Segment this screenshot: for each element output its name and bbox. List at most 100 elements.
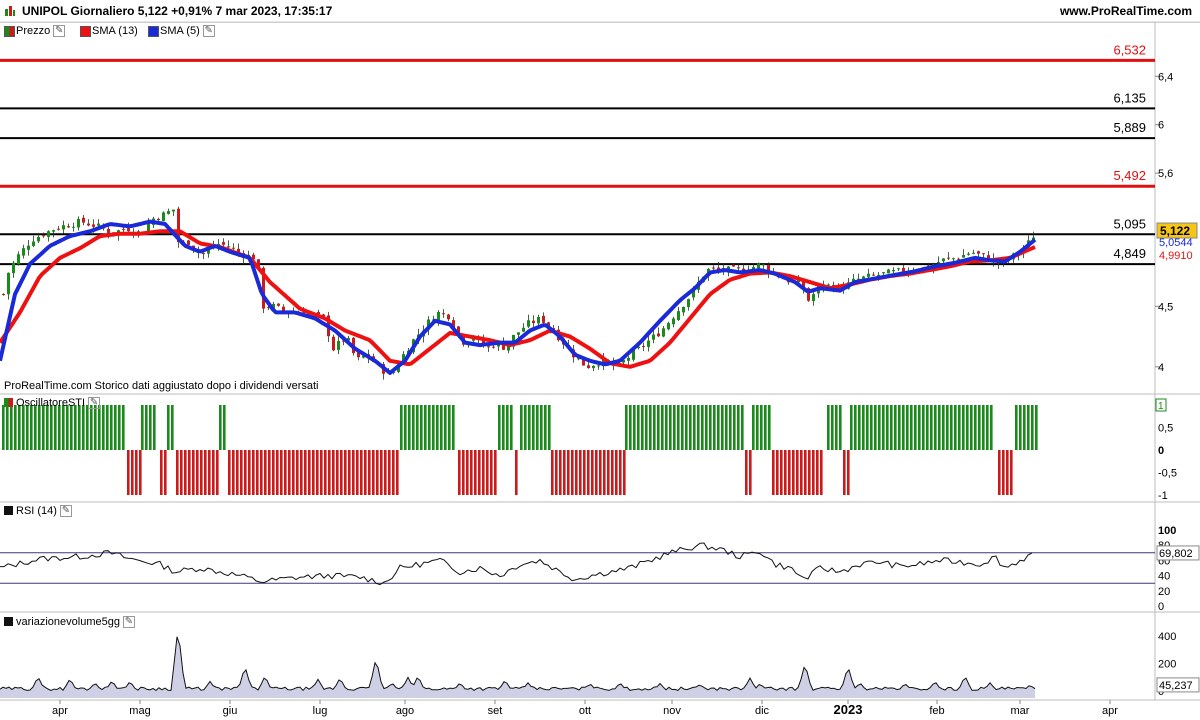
sti-bar-positive bbox=[424, 405, 427, 450]
sti-bar-positive bbox=[641, 405, 644, 450]
sti-bar-positive bbox=[536, 405, 539, 450]
sti-bar-positive bbox=[725, 405, 728, 450]
candle-body bbox=[667, 323, 670, 330]
sti-panel: 0,5 0 -0,5 -1 1 bbox=[2, 398, 1177, 502]
rsi-panel-label[interactable]: RSI (14) ✎ bbox=[4, 504, 72, 518]
sti-bar-positive bbox=[153, 405, 156, 450]
sti-bar-positive bbox=[62, 405, 65, 450]
sti-bar-positive bbox=[721, 405, 724, 450]
sti-bar-negative bbox=[615, 450, 618, 495]
sti-bar-positive bbox=[86, 405, 89, 450]
sti-bar-positive bbox=[637, 405, 640, 450]
sti-bar-positive bbox=[882, 405, 885, 450]
x-axis-label: apr bbox=[1102, 705, 1118, 717]
candle-body bbox=[47, 231, 50, 237]
sti-bar-positive bbox=[532, 405, 535, 450]
sti-bar-negative bbox=[607, 450, 610, 495]
candle-body bbox=[732, 264, 735, 267]
data-note: ProRealTime.com Storico dati aggiustato … bbox=[4, 380, 319, 392]
rsi-line bbox=[0, 542, 1033, 586]
sti-bar-positive bbox=[436, 405, 439, 450]
sti-bar-positive bbox=[886, 405, 889, 450]
sti-bar-positive bbox=[673, 405, 676, 450]
candle-body bbox=[62, 225, 65, 230]
volume-axis-label: 200 bbox=[1158, 659, 1176, 671]
sti-bar-positive bbox=[1035, 405, 1038, 450]
candle-body bbox=[202, 253, 205, 255]
wrench-icon[interactable]: ✎ bbox=[122, 616, 135, 629]
sti-bar-positive bbox=[733, 405, 736, 450]
sti-bar-negative bbox=[482, 450, 485, 495]
sti-axis-label: -0,5 bbox=[1158, 468, 1177, 480]
sti-bar-negative bbox=[300, 450, 303, 495]
sti-bar-positive bbox=[498, 405, 501, 450]
candle-body bbox=[977, 251, 980, 254]
candle-body bbox=[952, 258, 955, 260]
sti-bar-negative bbox=[812, 450, 815, 495]
candle-body bbox=[677, 311, 680, 320]
sti-bar-negative bbox=[196, 450, 199, 495]
sti-bar-positive bbox=[66, 405, 69, 450]
candle-body bbox=[97, 223, 100, 226]
sti-bar-negative bbox=[316, 450, 319, 495]
horizontal-level-label: 5,889 bbox=[1113, 120, 1146, 135]
sti-bar-negative bbox=[579, 450, 582, 495]
sti-bar-positive bbox=[1031, 405, 1034, 450]
rsi-last-value: 69,802 bbox=[1159, 548, 1193, 560]
sti-bar-positive bbox=[866, 405, 869, 450]
x-axis-label: mag bbox=[129, 705, 150, 717]
candle-body bbox=[172, 209, 175, 212]
sti-bar-positive bbox=[432, 405, 435, 450]
sti-bar-positive bbox=[452, 405, 455, 450]
sti-bar-negative bbox=[256, 450, 259, 495]
sti-panel-label[interactable]: OscillatoreSTI ✎ bbox=[4, 396, 101, 410]
candle-body bbox=[447, 314, 450, 320]
candle-body bbox=[982, 253, 985, 255]
sti-bar-negative bbox=[603, 450, 606, 495]
volume-panel-label[interactable]: variazionevolume5gg ✎ bbox=[4, 615, 135, 629]
sti-bar-negative bbox=[248, 450, 251, 495]
candle-body bbox=[222, 242, 225, 245]
candle-body bbox=[32, 241, 35, 246]
sti-bar-positive bbox=[930, 405, 933, 450]
x-axis-label: set bbox=[488, 705, 503, 717]
sti-bar-positive bbox=[510, 405, 513, 450]
sti-bar-positive bbox=[1019, 405, 1022, 450]
sti-bar-negative bbox=[188, 450, 191, 495]
sti-bar-positive bbox=[14, 405, 17, 450]
sti-bar-positive bbox=[713, 405, 716, 450]
wrench-icon[interactable]: ✎ bbox=[88, 397, 101, 410]
sti-bar-positive bbox=[10, 405, 13, 450]
horizontal-level-label: 4,849 bbox=[1113, 246, 1146, 261]
candle-body bbox=[897, 268, 900, 270]
candle-body bbox=[642, 345, 645, 347]
volume-label-text: variazionevolume5gg bbox=[16, 616, 120, 628]
sti-bar-positive bbox=[665, 405, 668, 450]
sti-bar-negative bbox=[292, 450, 295, 495]
sti-bar-positive bbox=[874, 405, 877, 450]
candle-body bbox=[937, 261, 940, 263]
sti-bar-positive bbox=[400, 405, 403, 450]
candle-body bbox=[972, 252, 975, 254]
candle-body bbox=[757, 263, 760, 269]
chart-canvas[interactable]: 6,4 6 5,6 4,5 4 6,532 6,135 5,889 5,492 5,095 4,84… bbox=[0, 0, 1200, 720]
sti-label-text: OscillatoreSTI bbox=[16, 397, 86, 409]
sti-bar-negative bbox=[228, 450, 231, 495]
sti-bar-negative bbox=[466, 450, 469, 495]
sti-bar-positive bbox=[677, 405, 680, 450]
sti-bar-negative bbox=[380, 450, 383, 495]
candle-body bbox=[862, 276, 865, 279]
x-axis-label: apr bbox=[52, 705, 68, 717]
sti-bar-negative bbox=[340, 450, 343, 495]
x-axis: apr mag giu lug ago set ott nov dic 2023 feb mar apr bbox=[52, 700, 1118, 717]
wrench-icon[interactable]: ✎ bbox=[59, 505, 72, 518]
sti-bar-positive bbox=[540, 405, 543, 450]
sti-bar-negative bbox=[372, 450, 375, 495]
volume-line bbox=[0, 636, 1036, 692]
sti-bar-positive bbox=[625, 405, 628, 450]
sti-bar-negative bbox=[252, 450, 255, 495]
sti-bar-negative bbox=[216, 450, 219, 495]
sti-bar-negative bbox=[324, 450, 327, 495]
candle-body bbox=[672, 318, 675, 325]
sti-bar-positive bbox=[705, 405, 708, 450]
